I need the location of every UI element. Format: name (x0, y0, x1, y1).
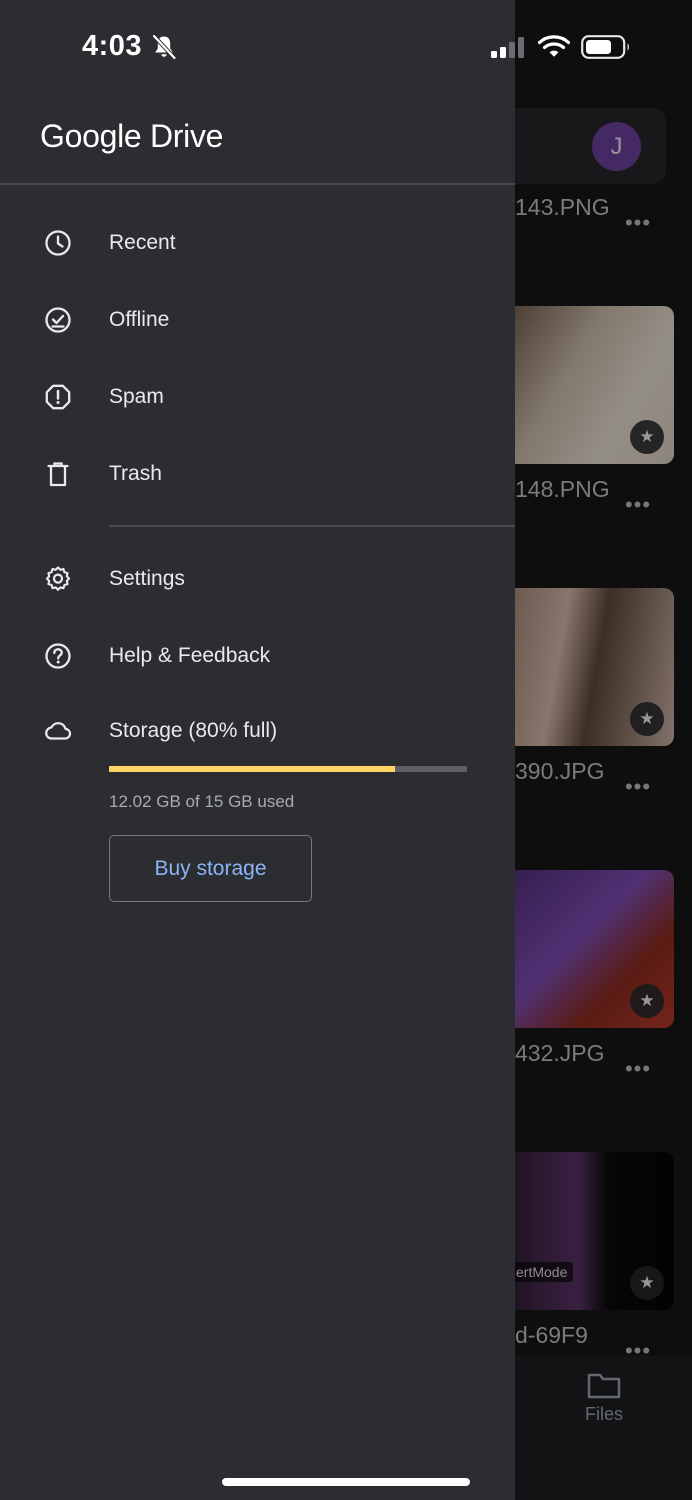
clock-icon (45, 230, 71, 256)
wifi-icon (538, 35, 570, 57)
nav-item-trash[interactable]: Trash (0, 439, 515, 509)
home-indicator[interactable] (222, 1478, 470, 1486)
navigation-drawer: Google Drive Recent Offline Spam Trash S… (0, 0, 515, 1500)
nav-item-label: Offline (109, 308, 170, 331)
google-drive-logo: Google Drive (40, 118, 223, 155)
buy-storage-button[interactable]: Buy storage (109, 835, 312, 902)
section-divider (109, 525, 515, 527)
nav-item-label: Help & Feedback (109, 644, 271, 667)
cellular-signal-icon (491, 37, 524, 58)
spam-alert-icon (45, 384, 71, 410)
nav-item-settings[interactable]: Settings (0, 544, 515, 614)
brand-drive: Drive (141, 118, 224, 154)
nav-item-storage[interactable]: Storage (80% full) (0, 696, 515, 766)
offline-check-icon (45, 307, 71, 333)
nav-item-label: Trash (109, 462, 162, 485)
cloud-icon (45, 722, 72, 740)
nav-item-offline[interactable]: Offline (0, 285, 515, 355)
storage-progress-bar (109, 766, 467, 772)
help-icon (45, 643, 71, 669)
nav-item-label: Settings (109, 567, 185, 590)
status-time: 4:03 (82, 30, 143, 62)
storage-used-text: 12.02 GB of 15 GB used (109, 792, 295, 811)
nav-item-label: Recent (109, 231, 176, 254)
nav-item-recent[interactable]: Recent (0, 208, 515, 278)
battery-icon (581, 35, 629, 59)
brand-google: Google (40, 118, 142, 154)
bell-slash-icon (151, 33, 177, 61)
trash-icon (47, 462, 69, 487)
gear-icon (45, 566, 71, 591)
storage-progress-fill (109, 766, 396, 772)
header-divider (0, 183, 515, 185)
nav-item-help-feedback[interactable]: Help & Feedback (0, 621, 515, 691)
storage-label: Storage (80% full) (109, 719, 278, 742)
nav-item-spam[interactable]: Spam (0, 362, 515, 432)
nav-item-label: Spam (109, 385, 164, 408)
